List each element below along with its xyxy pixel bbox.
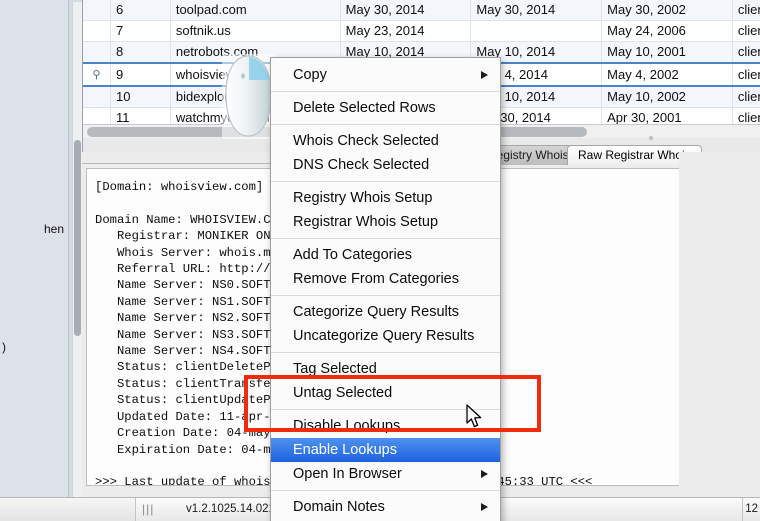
- statusbar-left-pad: [0, 498, 136, 521]
- cell-status: clientDelete: [732, 20, 760, 42]
- menu-separator: [271, 91, 500, 92]
- cell-date-2: May 30, 2014: [470, 0, 603, 21]
- menu-separator: [271, 238, 500, 239]
- mouse-cursor: [466, 404, 484, 434]
- cell-date-1: May 30, 2014: [340, 0, 472, 21]
- menu-separator: [271, 181, 500, 182]
- cell-status: clientDelete: [732, 107, 760, 124]
- cell-status: clientDelete: [732, 41, 760, 64]
- cell-row-number: 7: [110, 20, 171, 42]
- cell-status: clientDelete: [732, 86, 760, 108]
- table-row[interactable]: 7softnik.usMay 23, 2014 May 24, 2006clien…: [83, 20, 760, 42]
- menu-separator: [271, 352, 500, 353]
- menu-item-dns-check-selected[interactable]: DNS Check Selected: [271, 153, 500, 177]
- menu-item-label: Enable Lookups: [293, 442, 397, 458]
- menu-item-remove-from-categories[interactable]: Remove From Categories: [271, 267, 500, 291]
- menu-item-enable-lookups[interactable]: Enable Lookups: [271, 438, 500, 462]
- app-window: hen ) 6 toolpad.com May 30, 2014 May 30, 20…: [0, 0, 760, 521]
- menu-item-delete-selected-rows[interactable]: Delete Selected Rows: [271, 96, 500, 120]
- table-row[interactable]: 6 toolpad.com May 30, 2014 May 30, 2014 May …: [83, 0, 760, 21]
- menu-separator: [271, 295, 500, 296]
- sidebar-scrollbar-thumb[interactable]: [74, 140, 81, 336]
- menu-item-label: Copy: [293, 67, 327, 83]
- chevron-right-icon: [481, 470, 488, 478]
- left-sidebar-panel: hen ): [0, 0, 69, 497]
- menu-item-domain-notes[interactable]: Domain Notes: [271, 495, 500, 519]
- chevron-right-icon: [481, 71, 488, 79]
- row-icon-cell: [83, 20, 111, 42]
- statusbar-resize-grip-icon[interactable]: |||: [142, 503, 154, 515]
- cell-date-3: May 4, 2002: [601, 62, 733, 87]
- whois-panel-right-filler: [679, 152, 760, 497]
- menu-item-label: Untag Selected: [293, 385, 393, 401]
- cell-date-2: [470, 20, 603, 42]
- cell-row-number: 8: [110, 41, 171, 64]
- cell-date-3: Apr 30, 2001: [601, 107, 733, 124]
- menu-item-copy[interactable]: Copy: [271, 63, 500, 87]
- menu-item-label: Disable Lookups: [293, 418, 401, 434]
- context-menu[interactable]: Copy Delete Selected Rows Whois Check Sele…: [270, 57, 501, 521]
- cell-row-number: 9: [110, 62, 171, 87]
- menu-item-label: Categorize Query Results: [293, 304, 460, 320]
- cell-domain: toolpad.com: [170, 0, 341, 21]
- row-icon-cell: [83, 41, 111, 64]
- cell-date-3: May 30, 2002: [601, 0, 733, 21]
- menu-item-label: DNS Check Selected: [293, 157, 430, 173]
- menu-item-uncategorize-query-results[interactable]: Uncategorize Query Results: [271, 324, 500, 348]
- menu-item-label: Add To Categories: [293, 247, 413, 263]
- menu-item-add-to-categories[interactable]: Add To Categories: [271, 243, 500, 267]
- mouse-illustration-overlay: [222, 54, 275, 139]
- menu-item-label: Tag Selected: [293, 361, 377, 377]
- menu-item-open-in-browser[interactable]: Open In Browser: [271, 462, 500, 486]
- cell-row-number: 6: [110, 0, 171, 21]
- menu-item-untag-selected[interactable]: Untag Selected: [271, 381, 500, 405]
- tabstrip-marker-dot: [649, 136, 653, 140]
- menu-item-label: Registry Whois Setup: [293, 190, 433, 206]
- statusbar-count: 12: [742, 498, 760, 521]
- menu-item-whois-check-selected[interactable]: Whois Check Selected: [271, 129, 500, 153]
- cell-row-number: 10: [110, 86, 171, 108]
- row-icon-cell: [83, 107, 111, 124]
- menu-item-tag-selected[interactable]: Tag Selected: [271, 357, 500, 381]
- menu-item-label: Remove From Categories: [293, 271, 459, 287]
- menu-item-registrar-whois-setup[interactable]: Registrar Whois Setup: [271, 210, 500, 234]
- row-icon-cell: [83, 0, 111, 21]
- key-icon: ⚲: [83, 62, 111, 87]
- cell-row-number: 11: [110, 107, 171, 124]
- cell-status: clientDelete: [732, 0, 760, 21]
- sidebar-text-fragment-bottom: ): [2, 340, 6, 354]
- menu-item-registry-whois-setup[interactable]: Registry Whois Setup: [271, 186, 500, 210]
- cell-date-1: May 23, 2014: [340, 20, 472, 42]
- menu-item-categorize-query-results[interactable]: Categorize Query Results: [271, 300, 500, 324]
- menu-item-label: Open In Browser: [293, 466, 402, 482]
- menu-separator: [271, 124, 500, 125]
- menu-item-label: Delete Selected Rows: [293, 100, 436, 116]
- cell-date-3: May 10, 2001: [601, 41, 733, 64]
- menu-item-label: Whois Check Selected: [293, 133, 439, 149]
- chevron-right-icon: [481, 503, 488, 511]
- menu-item-label: Registrar Whois Setup: [293, 214, 439, 230]
- cell-domain: softnik.us: [170, 20, 341, 42]
- menu-item-label: Domain Notes: [293, 499, 385, 515]
- cell-date-3: May 24, 2006: [601, 20, 733, 42]
- cell-status: clientDelete: [732, 62, 760, 87]
- cell-date-3: May 10, 2002: [601, 86, 733, 108]
- row-icon-cell: [83, 86, 111, 108]
- menu-item-label: Uncategorize Query Results: [293, 328, 475, 344]
- menu-separator: [271, 490, 500, 491]
- sidebar-text-fragment-top: hen: [43, 222, 64, 236]
